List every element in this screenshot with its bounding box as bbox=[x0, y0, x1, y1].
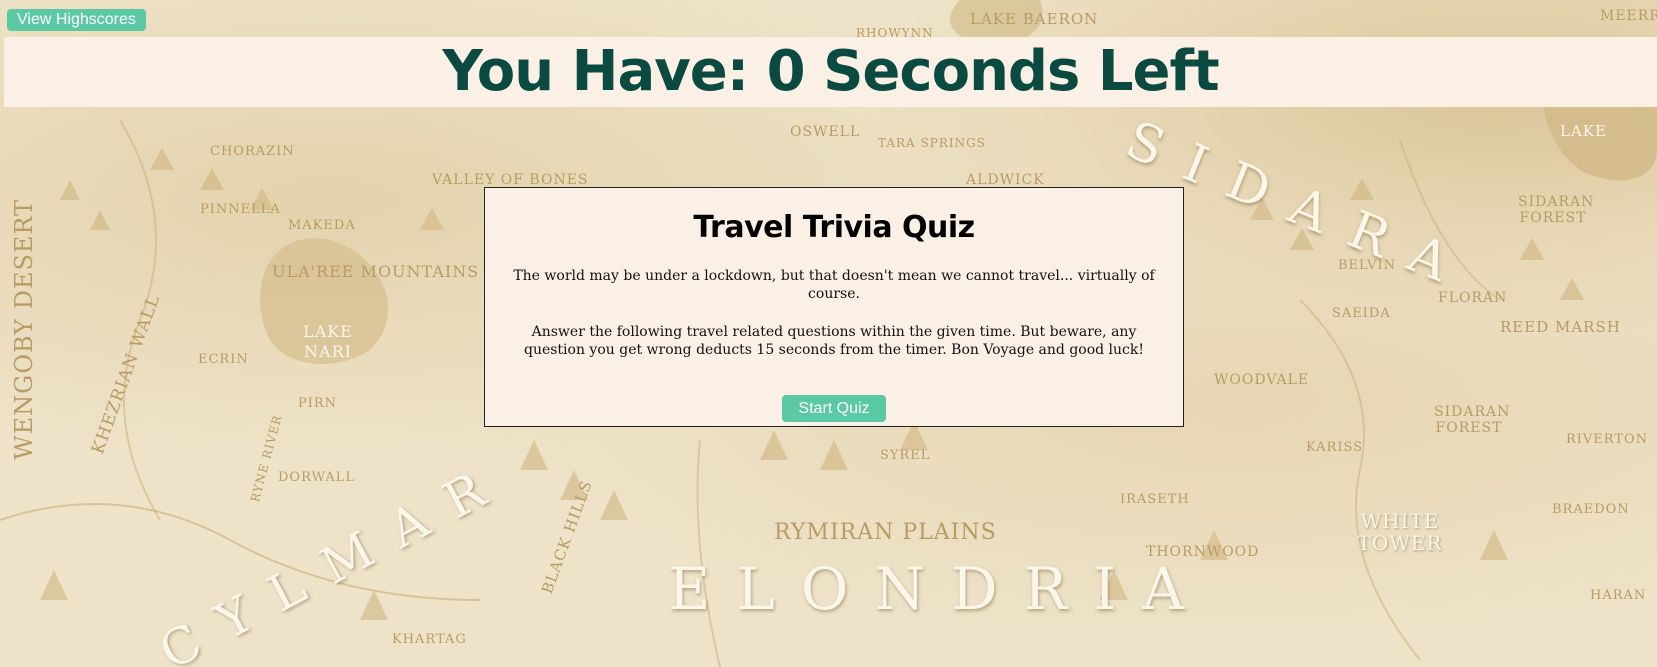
map-label-tara-springs: TARA SPRINGS bbox=[878, 136, 986, 150]
map-label-lake-nari: LAKE NARI bbox=[303, 322, 353, 361]
timer-text: You Have: 0 Seconds Left bbox=[442, 39, 1219, 104]
map-label-aldwick: ALDWICK bbox=[966, 172, 1045, 188]
map-label-woodvale: WOODVALE bbox=[1214, 372, 1310, 388]
map-label-iraseth: IRASETH bbox=[1120, 492, 1190, 507]
map-label-dorwall: DORWALL bbox=[278, 470, 355, 485]
quiz-intro-text: The world may be under a lockdown, but t… bbox=[513, 268, 1155, 302]
map-label-rymiran-plains: RYMIRAN PLAINS bbox=[774, 520, 997, 545]
map-label-belvin: BELVIN bbox=[1338, 258, 1397, 273]
timer-bar: You Have: 0 Seconds Left bbox=[4, 37, 1657, 107]
map-label-white-tower: WHITE TOWER bbox=[1357, 509, 1443, 555]
map-label-makeda: MAKEDA bbox=[288, 218, 356, 233]
map-label-khartag: KHARTAG bbox=[392, 632, 467, 647]
quiz-title: Travel Trivia Quiz bbox=[693, 210, 975, 245]
map-label-riverton: RIVERTON bbox=[1566, 432, 1649, 447]
map-label-valley-of-bones: VALLEY OF BONES bbox=[432, 172, 589, 188]
map-label-braedon: BRAEDON bbox=[1552, 502, 1630, 517]
map-label-elondria: ELONDRIA bbox=[668, 555, 1211, 623]
quiz-rules-text: Answer the following travel related ques… bbox=[523, 324, 1145, 358]
map-label-ecrin: ECRIN bbox=[198, 352, 249, 367]
map-label-thornwood: THORNWOOD bbox=[1146, 544, 1260, 560]
map-label-sidaran-forest-1: SIDARAN FOREST bbox=[1518, 194, 1595, 226]
map-label-lake-east: LAKE bbox=[1560, 122, 1607, 140]
map-label-pinnella: PINNELLA bbox=[200, 202, 281, 217]
start-quiz-button[interactable]: Start Quiz bbox=[782, 395, 886, 422]
map-label-wengoby-desert: WENGOBY DESERT bbox=[10, 198, 38, 460]
map-label-pirn: PIRN bbox=[298, 396, 338, 411]
map-label-ula-ree-mountains: ULA'REE MOUNTAINS bbox=[272, 262, 480, 281]
map-label-meerr: MEERR bbox=[1600, 8, 1657, 24]
map-label-reed-marsh: REED MARSH bbox=[1500, 318, 1621, 336]
map-label-syrel: SYREL bbox=[880, 448, 931, 463]
map-label-oswell: OSWELL bbox=[790, 124, 861, 140]
map-label-saeida: SAEIDA bbox=[1332, 306, 1391, 321]
map-label-sidaran-forest-2: SIDARAN FOREST bbox=[1434, 404, 1511, 436]
map-label-kariss: KARISS bbox=[1306, 440, 1364, 455]
map-label-lake-baeron: LAKE BAERON bbox=[970, 10, 1099, 28]
map-label-haran: HARAN bbox=[1590, 588, 1647, 603]
map-label-floran: FLORAN bbox=[1438, 290, 1508, 306]
view-highscores-button[interactable]: View Highscores bbox=[7, 9, 146, 31]
quiz-intro-card: Travel Trivia Quiz The world may be unde… bbox=[484, 187, 1184, 427]
map-label-chorazin: CHORAZIN bbox=[210, 144, 295, 159]
